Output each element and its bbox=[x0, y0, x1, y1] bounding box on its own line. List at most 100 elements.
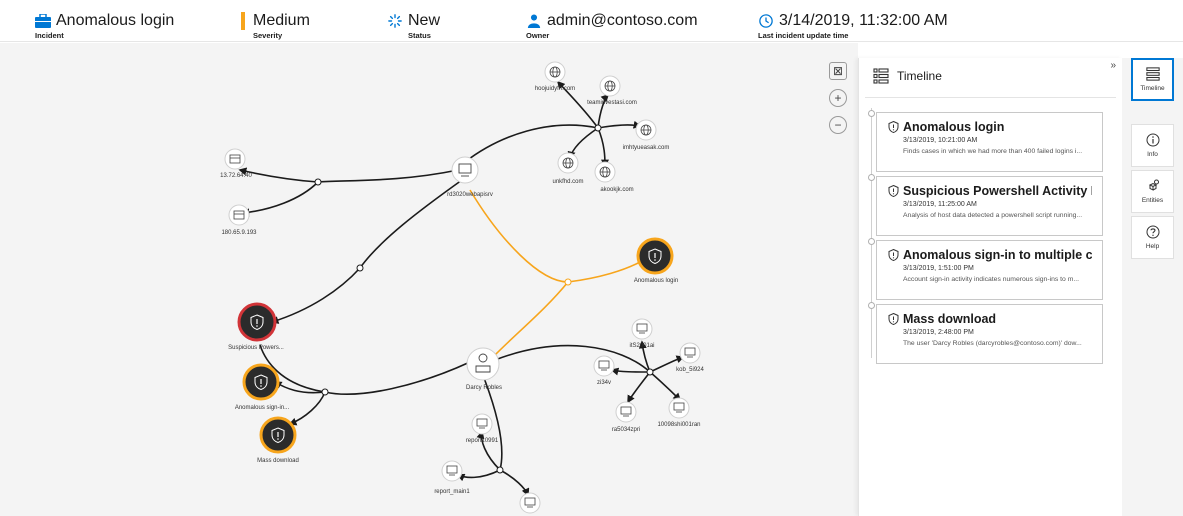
rail-label: Entities bbox=[1141, 197, 1164, 204]
node-label: Anomalous sign-in... bbox=[235, 405, 290, 411]
graph-svg: hoojuidyfh.com teaminvestasi.com imhtyue… bbox=[220, 61, 705, 514]
spinner-new-icon bbox=[388, 14, 402, 28]
briefcase-icon bbox=[35, 14, 51, 28]
user-icon bbox=[527, 14, 541, 28]
node-label: ra5034zpri bbox=[612, 427, 640, 433]
severity-field: Medium Severity bbox=[241, 12, 310, 40]
node-unkfhd[interactable]: unkfhd.com bbox=[552, 152, 584, 185]
node-teaminvestasi[interactable]: teaminvestasi.com bbox=[587, 75, 637, 106]
node-label: rd3020webapisrv bbox=[447, 192, 493, 198]
severity-label: Severity bbox=[253, 31, 283, 40]
node-label: report_main1 bbox=[434, 489, 470, 495]
node-alert-suspicious-powershell[interactable]: Suspicious Powers... bbox=[228, 302, 284, 351]
shield-alert-icon bbox=[888, 121, 899, 133]
incident-name: Anomalous login bbox=[56, 12, 175, 29]
node-label: kob_5i924 bbox=[676, 367, 704, 373]
timeline-axis bbox=[871, 108, 872, 358]
zoom-out-button[interactable]: − bbox=[829, 116, 847, 134]
collapse-panel-button[interactable]: » bbox=[1110, 60, 1116, 71]
timeline-panel: » Timeline Anomalous login 3/13/2019, 10… bbox=[858, 58, 1122, 516]
timeline-icon bbox=[873, 68, 889, 84]
node-label: imhtyueasak.com bbox=[623, 145, 670, 151]
event-title: Anomalous sign-in to multiple comp... bbox=[903, 248, 1092, 262]
event-title: Anomalous login bbox=[903, 120, 1005, 134]
edge-junction-orange bbox=[564, 278, 572, 286]
node-label: akookjk.com bbox=[600, 187, 633, 193]
event-title: Suspicious Powershell Activity Detec... bbox=[903, 184, 1092, 198]
status-field: New Status bbox=[387, 12, 440, 40]
rail-label: Help bbox=[1145, 243, 1160, 250]
node-label: teaminvestasi.com bbox=[587, 100, 637, 106]
investigation-graph[interactable]: hoojuidyfh.com teaminvestasi.com imhtyue… bbox=[0, 43, 858, 516]
timeline-icon bbox=[1145, 67, 1160, 81]
node-host-ra5034zpri[interactable]: ra5034zpri bbox=[612, 401, 640, 433]
node-label: Darcy Robles bbox=[466, 385, 502, 391]
node-ip-180-65-9-193[interactable]: 180.65.9.193 bbox=[221, 204, 257, 236]
incident-label: Incident bbox=[35, 31, 64, 40]
incident-header: Anomalous login Incident Medium Severity… bbox=[0, 0, 1183, 42]
event-date: 3/13/2019, 1:51:00 PM bbox=[903, 265, 974, 272]
node-ip-13-72-64-40[interactable]: 13.72.64.40 bbox=[220, 148, 253, 179]
node-label: zi34v bbox=[597, 380, 611, 386]
rail-tab-info[interactable]: Info bbox=[1131, 124, 1174, 167]
entities-icon bbox=[1148, 179, 1159, 191]
node-label: 180.65.9.193 bbox=[221, 230, 257, 236]
node-host-10098shi001ran[interactable]: 10098shi001ran bbox=[657, 397, 701, 428]
rail-tab-entities[interactable]: Entities bbox=[1131, 170, 1174, 213]
node-host-its2001ai[interactable]: itS2001ai bbox=[629, 318, 655, 349]
rail-label: Info bbox=[1147, 151, 1158, 158]
shield-alert-icon bbox=[888, 249, 899, 261]
node-label: 10098shi001ran bbox=[657, 422, 700, 428]
shield-alert-icon bbox=[888, 185, 899, 197]
node-label: hoojuidyfh.com bbox=[535, 86, 575, 92]
event-description: Analysis of host data detected a powersh… bbox=[903, 212, 1083, 219]
incident-field: Anomalous login Incident bbox=[35, 12, 174, 40]
help-icon bbox=[1146, 225, 1159, 239]
timeline-dot bbox=[868, 174, 875, 181]
event-date: 3/13/2019, 10:21:00 AM bbox=[903, 137, 978, 144]
node-host-zi34v[interactable]: zi34v bbox=[593, 355, 615, 386]
node-host-unlabeled[interactable] bbox=[519, 492, 541, 514]
node-alert-anomalous-signin[interactable]: Anomalous sign-in... bbox=[235, 363, 290, 411]
updated-label: Last incident update time bbox=[758, 31, 849, 40]
event-title: Mass download bbox=[903, 312, 997, 326]
node-alert-mass-download[interactable]: Mass download bbox=[257, 416, 299, 464]
fit-to-screen-button[interactable]: ⊠ bbox=[829, 62, 847, 80]
timeline-dot bbox=[868, 302, 875, 309]
zoom-in-button[interactable]: + bbox=[829, 89, 847, 107]
panel-title-text: Timeline bbox=[897, 69, 942, 83]
node-rd3020webapisrv[interactable]: rd3020webapisrv bbox=[447, 156, 493, 198]
timeline-dot bbox=[868, 110, 875, 117]
owner-label: Owner bbox=[526, 31, 550, 40]
node-hoojuidy[interactable]: hoojuidyfh.com bbox=[535, 61, 575, 92]
rail-tab-help[interactable]: Help bbox=[1131, 216, 1174, 259]
timeline-event-card[interactable]: Anomalous sign-in to multiple comp... 3/… bbox=[876, 240, 1103, 300]
status-label: Status bbox=[408, 31, 431, 40]
event-description: The user 'Darcy Robles (darcyrobles@cont… bbox=[903, 340, 1082, 347]
severity-indicator bbox=[241, 12, 245, 30]
event-description: Account sign-in activity indicates numer… bbox=[903, 276, 1080, 283]
node-alert-anomalous-login[interactable]: Anomalous login bbox=[634, 237, 678, 284]
updated-field: 3/14/2019, 11:32:00 AM Last incident upd… bbox=[758, 12, 948, 40]
node-label: unkfhd.com bbox=[552, 179, 583, 185]
panel-title: Timeline bbox=[873, 68, 942, 84]
status-value: New bbox=[408, 12, 441, 29]
node-label: itS2001ai bbox=[629, 343, 654, 349]
owner-field: admin@contoso.com Owner bbox=[526, 12, 698, 40]
panel-divider bbox=[865, 97, 1116, 98]
rail-tab-timeline[interactable]: Timeline bbox=[1131, 58, 1174, 101]
severity-value: Medium bbox=[253, 12, 310, 29]
info-icon bbox=[1146, 133, 1159, 147]
timeline-event-card[interactable]: Mass download 3/13/2019, 2:48:00 PM The … bbox=[876, 304, 1103, 364]
owner-value: admin@contoso.com bbox=[547, 12, 698, 29]
node-host-report-main1[interactable]: report_main1 bbox=[434, 460, 470, 495]
event-description: Finds cases in which we had more than 40… bbox=[903, 148, 1083, 155]
node-label: Mass download bbox=[257, 458, 299, 464]
updated-value: 3/14/2019, 11:32:00 AM bbox=[779, 12, 948, 29]
node-host-report10991[interactable]: report10991 bbox=[466, 413, 499, 444]
timeline-event-card[interactable]: Suspicious Powershell Activity Detec... … bbox=[876, 176, 1103, 236]
event-date: 3/13/2019, 11:25:00 AM bbox=[903, 201, 977, 208]
timeline-event-card[interactable]: Anomalous login 3/13/2019, 10:21:00 AM F… bbox=[876, 112, 1103, 172]
node-akookjk[interactable]: akookjk.com bbox=[594, 161, 634, 193]
graph-edges bbox=[238, 80, 685, 497]
